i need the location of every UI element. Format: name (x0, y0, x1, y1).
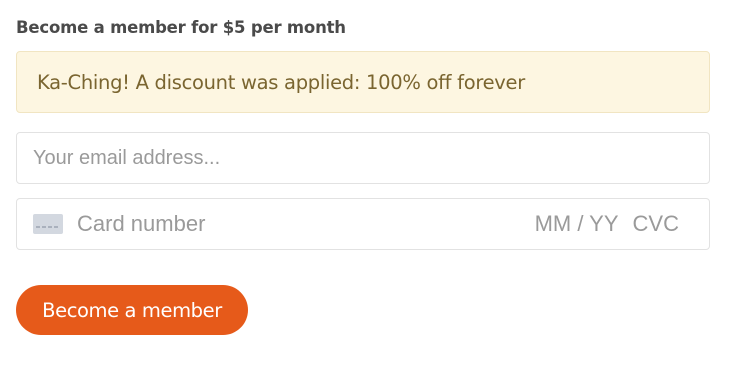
card-input[interactable]: Card number MM / YY CVC (16, 198, 710, 250)
discount-message: Ka-Ching! A discount was applied: 100% o… (37, 70, 525, 94)
card-expiry-field[interactable]: MM / YY (535, 211, 619, 237)
membership-heading: Become a member for $5 per month (16, 18, 346, 37)
card-cvc-field[interactable]: CVC (633, 211, 679, 237)
email-field-container[interactable] (16, 132, 710, 184)
card-number-field[interactable]: Card number (77, 211, 535, 237)
email-field[interactable] (33, 146, 693, 170)
discount-banner: Ka-Ching! A discount was applied: 100% o… (16, 51, 710, 113)
credit-card-icon (33, 214, 63, 234)
membership-form: Become a member for $5 per month Ka-Chin… (16, 16, 710, 335)
become-member-button[interactable]: Become a member (16, 285, 248, 335)
